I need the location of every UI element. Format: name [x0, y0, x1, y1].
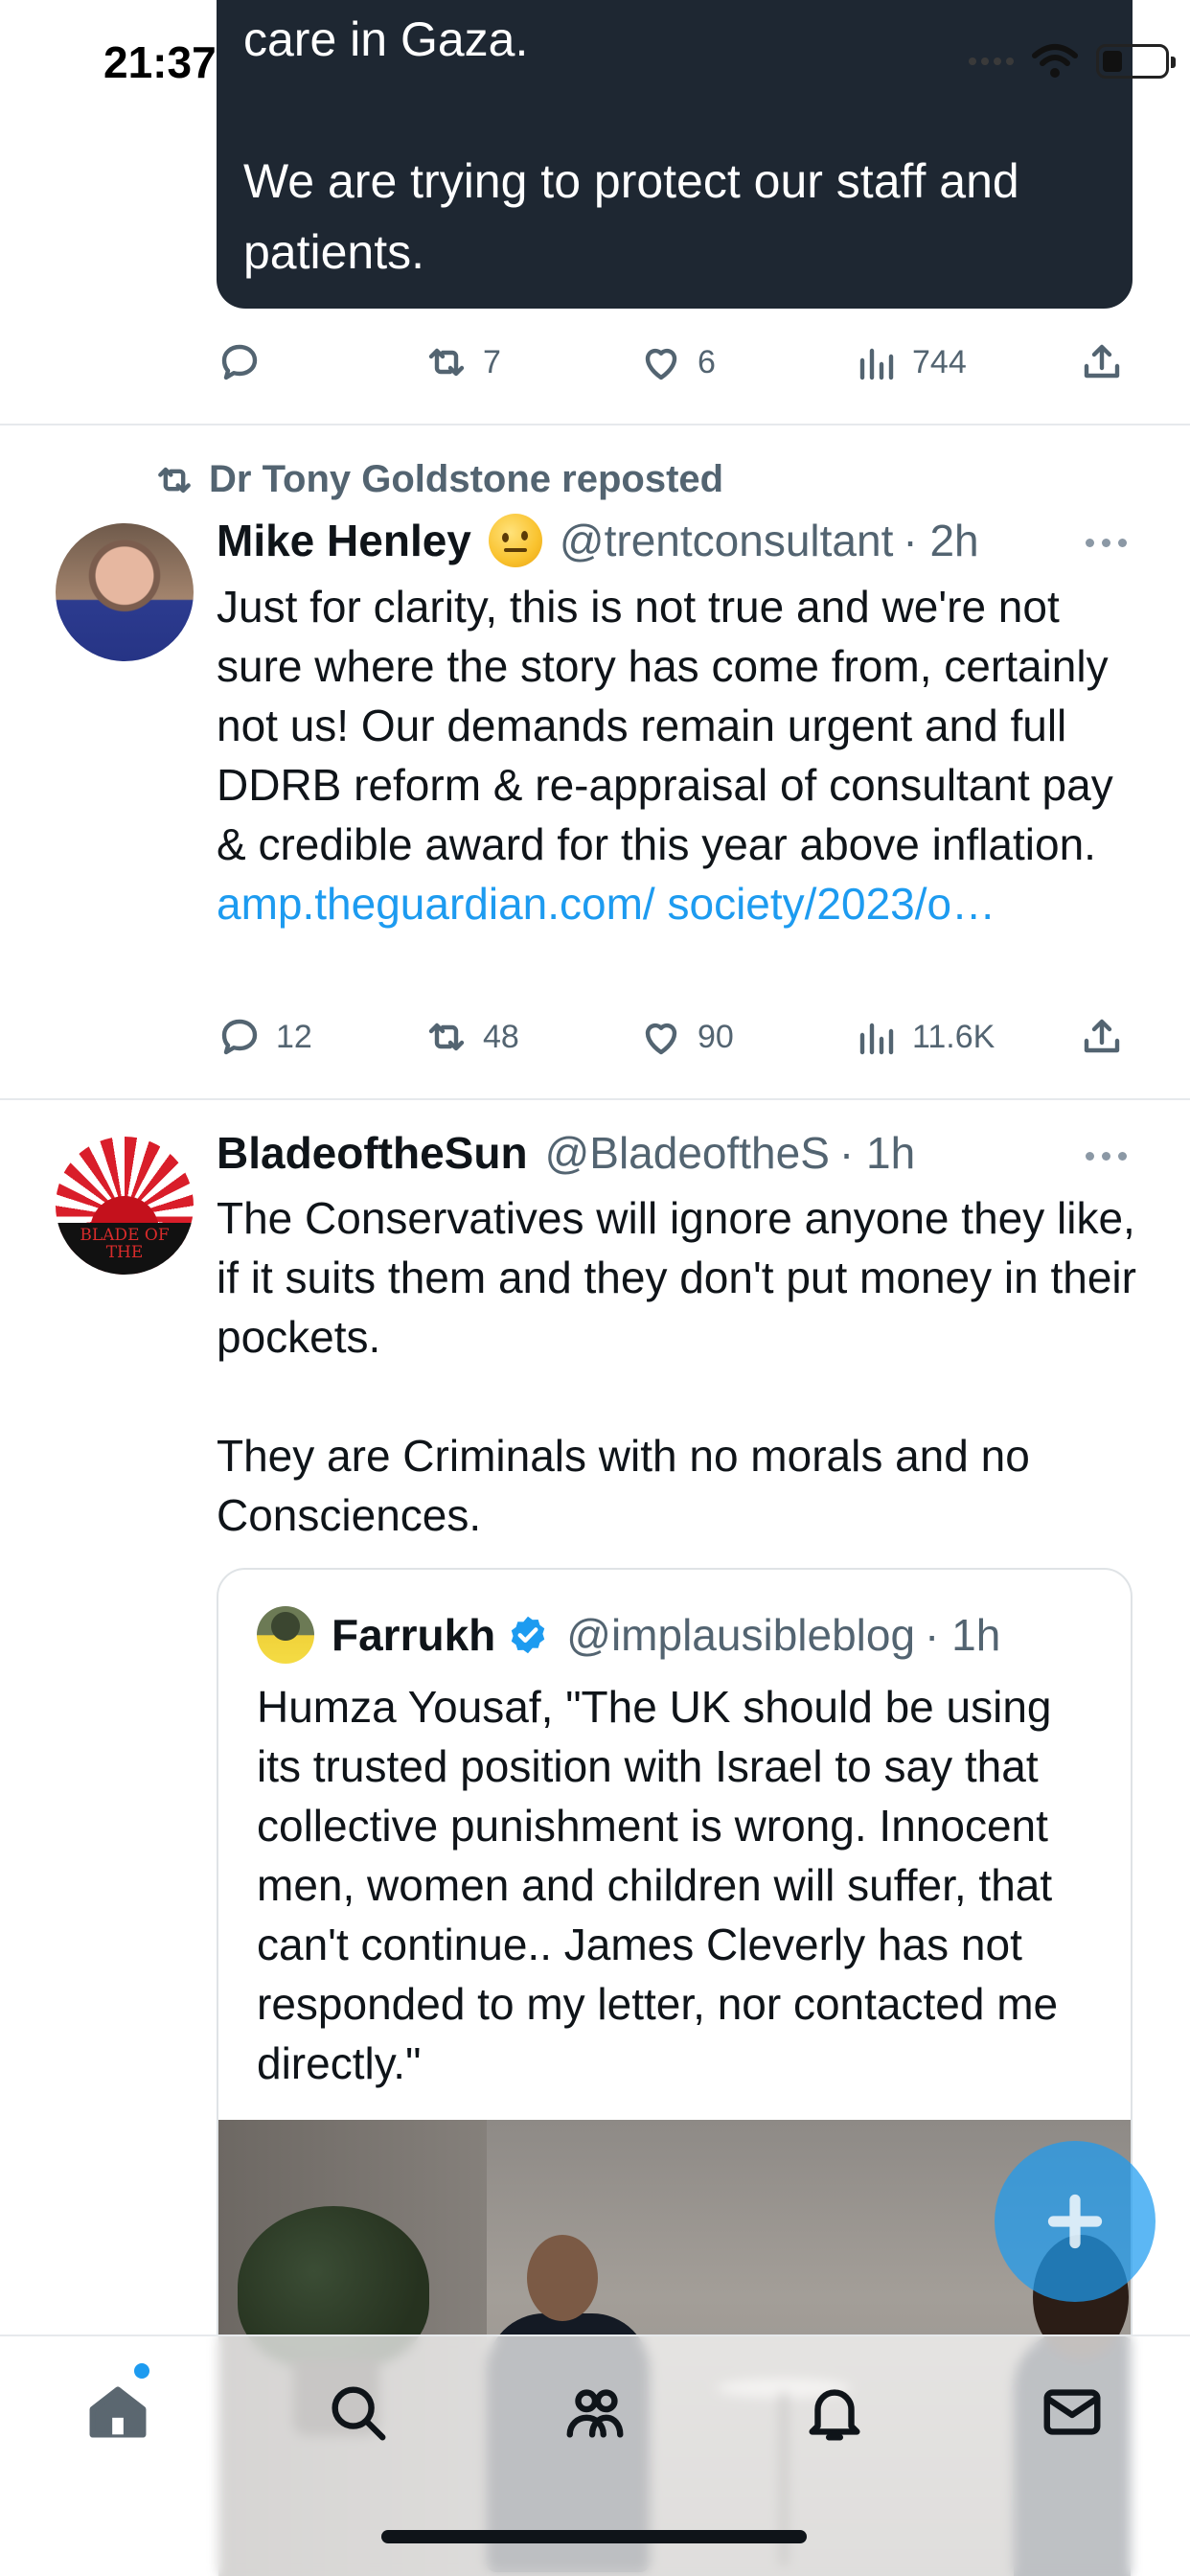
- tweet-paragraph: The Conservatives will ignore anyone the…: [217, 1193, 1136, 1362]
- messages-icon: [1043, 2389, 1101, 2435]
- notification-dot: [134, 2363, 149, 2379]
- display-name[interactable]: Mike Henley: [217, 515, 471, 566]
- notifications-icon: [809, 2389, 860, 2441]
- repost-count: 48: [483, 1018, 519, 1055]
- reply-button[interactable]: [217, 339, 263, 385]
- article-link[interactable]: amp.theguardian.com/ society/2023/o…: [217, 879, 995, 929]
- tweet-body: Just for clarity, this is not true and w…: [217, 582, 1113, 869]
- status-time: 21:37: [103, 37, 217, 87]
- card-line: We are trying to protect our staff and: [243, 154, 1019, 208]
- tweet-actions: 12 48 90 11.6K: [217, 1008, 1136, 1066]
- tab-communities[interactable]: [561, 2379, 629, 2446]
- avatar[interactable]: BLADE OF THE: [56, 1137, 194, 1275]
- repost-icon: [158, 467, 191, 493]
- avatar: [257, 1606, 314, 1664]
- heart-icon: [645, 348, 677, 380]
- card-line: patients.: [243, 225, 425, 279]
- tweet-text: Just for clarity, this is not true and w…: [217, 577, 1136, 933]
- views-count: 744: [912, 343, 967, 380]
- share-icon: [1084, 1019, 1120, 1053]
- battery-icon: [1096, 44, 1176, 79]
- tab-home[interactable]: [84, 2379, 151, 2446]
- divider: [0, 1098, 1190, 1100]
- views-icon: [859, 348, 894, 380]
- repost-button[interactable]: 7: [423, 339, 501, 385]
- tab-messages[interactable]: [1039, 2379, 1106, 2446]
- avatar-logo-text: BLADE OF THE: [80, 1226, 170, 1262]
- more-options-icon[interactable]: [1086, 539, 1127, 547]
- like-count: 90: [698, 1018, 734, 1055]
- divider: [0, 424, 1190, 426]
- handle[interactable]: @trentconsultant: [560, 515, 893, 566]
- share-button[interactable]: [1079, 1014, 1125, 1060]
- like-button[interactable]: 6: [638, 339, 716, 385]
- verified-badge-icon: [512, 1616, 545, 1654]
- tweet-text: The Conservatives will ignore anyone the…: [217, 1188, 1136, 1545]
- timestamp[interactable]: · 1h: [839, 1127, 915, 1179]
- reply-icon: [221, 344, 258, 380]
- tweet-actions: 7 6 744: [217, 334, 1136, 391]
- repost-icon: [428, 348, 465, 377]
- timestamp[interactable]: · 2h: [903, 515, 978, 566]
- repost-icon: [428, 1023, 465, 1051]
- reposted-label[interactable]: Dr Tony Goldstone reposted: [153, 458, 723, 501]
- handle: @implausibleblog: [566, 1610, 916, 1660]
- tweet-header: BladeoftheSun @BladeoftheS · 1h: [217, 1127, 915, 1179]
- plus-icon: [1047, 2194, 1103, 2249]
- communities-icon: [566, 2389, 624, 2438]
- repost-count: 7: [483, 343, 501, 380]
- status-icons: [969, 42, 1176, 80]
- views-count: 11.6K: [912, 1018, 995, 1055]
- wifi-icon: [1032, 44, 1078, 78]
- views-icon: [859, 1023, 894, 1055]
- quote-text: Humza Yousaf, "The UK should be using it…: [257, 1682, 1059, 2088]
- home-icon: [89, 2386, 147, 2438]
- share-button[interactable]: [1079, 339, 1125, 385]
- compose-post-button[interactable]: [995, 2141, 1156, 2302]
- views-button[interactable]: 744: [853, 339, 967, 385]
- reply-button[interactable]: 12: [217, 1014, 312, 1060]
- status-bar: 21:37: [0, 0, 1190, 134]
- quote-header: Farrukh @implausibleblog · 1h: [257, 1606, 1000, 1664]
- signal-icon: [969, 58, 1014, 65]
- reply-count: 12: [276, 1018, 312, 1055]
- display-name: Farrukh: [332, 1610, 496, 1660]
- share-icon: [1084, 344, 1120, 379]
- raised-eyebrow-emoji-icon: [488, 514, 542, 567]
- search-icon: [332, 2386, 386, 2441]
- reply-icon: [221, 1019, 258, 1055]
- like-button[interactable]: 90: [638, 1014, 734, 1060]
- timestamp: · 1h: [925, 1610, 1001, 1660]
- handle[interactable]: @BladeoftheS: [545, 1127, 830, 1179]
- tab-search[interactable]: [324, 2379, 391, 2446]
- tweet-header: Mike Henley @trentconsultant · 2h: [217, 514, 979, 567]
- views-button[interactable]: 11.6K: [853, 1014, 995, 1060]
- home-indicator: [381, 2530, 807, 2543]
- tweet-paragraph: They are Criminals with no morals and no…: [217, 1431, 1030, 1540]
- avatar[interactable]: [56, 523, 194, 661]
- heart-icon: [645, 1023, 677, 1055]
- display-name[interactable]: BladeoftheSun: [217, 1127, 528, 1179]
- repost-button[interactable]: 48: [423, 1014, 519, 1060]
- more-options-icon[interactable]: [1086, 1152, 1127, 1161]
- reposted-by: Dr Tony Goldstone reposted: [209, 458, 724, 500]
- tab-notifications[interactable]: [801, 2379, 868, 2446]
- like-count: 6: [698, 343, 716, 380]
